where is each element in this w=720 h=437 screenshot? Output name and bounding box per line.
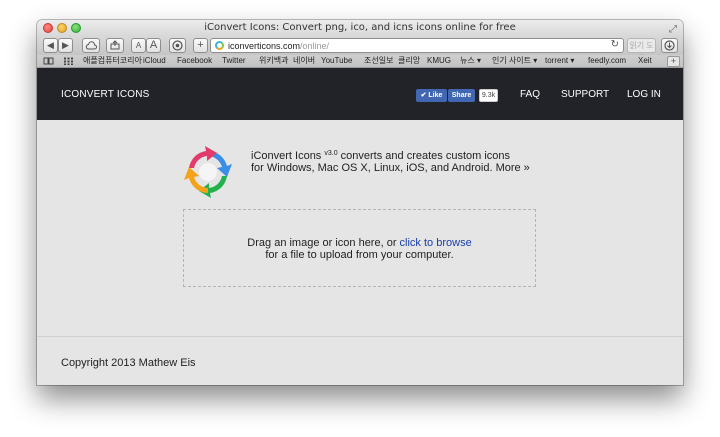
bookmark-item[interactable]: feedly.com (588, 55, 626, 67)
bookmark-item[interactable]: 위키백과 (259, 55, 288, 67)
intro-version: v3.0 (324, 150, 338, 157)
title-bar: iConvert Icons: Convert png, ico, and ic… (37, 20, 683, 36)
nav-link-support[interactable]: SUPPORT (561, 89, 609, 100)
share-button[interactable] (106, 38, 124, 53)
bookmark-item[interactable]: Facebook (177, 55, 212, 67)
url-text: iconverticons.com/online/ (228, 40, 329, 52)
nav-link-login[interactable]: LOG IN (627, 89, 661, 100)
intro-text: iConvert Icons v3.0 converts and creates… (251, 148, 581, 174)
bookmark-item[interactable]: 조선일보 (364, 55, 393, 67)
top-sites-icon[interactable] (63, 57, 74, 65)
bookmark-item[interactable]: 인기 사이트 ▾ (492, 55, 537, 67)
text-larger-icon: A (149, 39, 158, 51)
bookmarks-bar: 애플컴퓨터코리아 iCloud Facebook Twitter 위키백과 네이… (37, 55, 683, 68)
facebook-like-count: 9.3k (479, 89, 498, 102)
reading-list-icon[interactable] (43, 57, 54, 65)
site-navbar: ICONVERT ICONS ✔ Like Share 9.3k FAQ SUP… (37, 68, 683, 120)
facebook-like-label: Like (428, 92, 443, 99)
bookmark-item[interactable]: iCloud (143, 55, 166, 67)
address-bar[interactable]: iconverticons.com/online/ ↻ (210, 38, 624, 53)
app-logo-icon (184, 146, 232, 198)
bookmark-item[interactable]: 애플컴퓨터코리아 (83, 55, 142, 67)
bookmark-item[interactable]: torrent ▾ (545, 55, 574, 67)
thumbs-up-icon: ✔ (420, 92, 427, 99)
browser-toolbar: ◀ ▶ A A + iconverticons.com/online/ ↻ 읽기… (37, 36, 683, 63)
facebook-like-button[interactable]: ✔ Like (416, 89, 447, 102)
text-larger-button[interactable]: A (146, 38, 161, 53)
drop-text-after: for a file to upload from your computer. (265, 249, 454, 261)
downloads-button[interactable] (661, 38, 678, 53)
forward-icon: ▶ (62, 40, 69, 50)
url-path: /online/ (300, 41, 330, 51)
back-button[interactable]: ◀ (43, 38, 58, 53)
drop-text-before: Drag an image or icon here, or (247, 237, 400, 249)
intro-line1: converts and creates custom icons (337, 150, 511, 162)
site-footer: Copyright 2013 Mathew Eis (37, 336, 683, 385)
icloud-tabs-button[interactable] (82, 38, 100, 53)
site-brand[interactable]: ICONVERT ICONS (61, 89, 150, 100)
copyright-text: Copyright 2013 Mathew Eis (61, 357, 196, 369)
facebook-share-button[interactable]: Share (448, 89, 475, 102)
bookmark-item[interactable]: 뉴스 ▾ (460, 55, 481, 67)
bookmark-item[interactable]: Twitter (222, 55, 246, 67)
bookmark-item[interactable]: Xeit (638, 55, 652, 67)
bookmark-item[interactable]: YouTube (321, 55, 352, 67)
forward-button[interactable]: ▶ (58, 38, 73, 53)
site-favicon-icon (215, 41, 224, 50)
more-link[interactable]: More » (496, 162, 530, 174)
privacy-button[interactable] (169, 38, 186, 53)
dropzone-instructions: Drag an image or icon here, or click to … (184, 237, 535, 261)
browse-link[interactable]: click to browse (400, 237, 472, 249)
intro-app-name: iConvert Icons (251, 150, 322, 162)
close-window-button[interactable] (43, 23, 53, 33)
cloud-icon (85, 41, 97, 50)
download-icon (664, 40, 675, 51)
bookmark-item[interactable]: KMUG (427, 55, 451, 67)
main-content: iConvert Icons v3.0 converts and creates… (37, 120, 683, 335)
new-tab-button[interactable]: + (193, 38, 208, 53)
back-icon: ◀ (47, 40, 54, 50)
new-tab-icon: + (197, 39, 204, 51)
upload-dropzone[interactable]: Drag an image or icon here, or click to … (183, 209, 536, 287)
bookmark-item[interactable]: 네이버 (293, 55, 315, 67)
url-domain: iconverticons.com (228, 41, 301, 51)
text-smaller-button[interactable]: A (131, 38, 146, 53)
bookmark-item[interactable]: 클리앙 (398, 55, 420, 67)
window-title: iConvert Icons: Convert png, ico, and ic… (204, 22, 516, 33)
reader-button[interactable]: 읽기 도구 (627, 38, 656, 63)
intro-line2: for Windows, Mac OS X, Linux, iOS, and A… (251, 162, 493, 174)
browser-window: iConvert Icons: Convert png, ico, and ic… (37, 20, 683, 385)
text-smaller-icon: A (135, 41, 142, 50)
nav-link-faq[interactable]: FAQ (520, 89, 540, 100)
minimize-window-button[interactable] (57, 23, 67, 33)
reload-icon[interactable]: ↻ (611, 39, 619, 50)
add-bookmark-button[interactable]: + (667, 56, 680, 67)
privacy-icon (172, 40, 183, 51)
share-icon (110, 40, 120, 50)
zoom-window-button[interactable] (71, 23, 81, 33)
